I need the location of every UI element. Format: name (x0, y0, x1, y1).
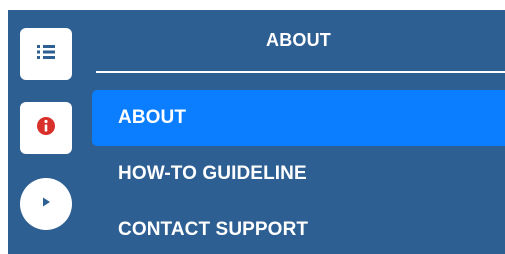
divider (96, 71, 505, 73)
app-window: ABOUT ABOUT HOW-TO GUIDELINE CONTACT SUP… (0, 0, 505, 254)
list-icon (35, 43, 57, 66)
panel-title: ABOUT (266, 29, 331, 50)
about-panel: ABOUT ABOUT HOW-TO GUIDELINE CONTACT SUP… (92, 10, 505, 254)
menu-item-label: ABOUT (118, 107, 187, 128)
info-icon (36, 116, 56, 141)
menu-item-label: HOW-TO GUIDELINE (118, 163, 307, 184)
expand-button[interactable] (20, 178, 72, 230)
info-button[interactable] (20, 102, 72, 154)
menu-item-about[interactable]: ABOUT (92, 90, 505, 146)
menu-list-button[interactable] (20, 28, 72, 80)
icon-rail (8, 10, 83, 254)
menu-item-how-to-guideline[interactable]: HOW-TO GUIDELINE (92, 146, 505, 202)
menu-item-contact-support[interactable]: CONTACT SUPPORT (92, 202, 505, 254)
play-icon (40, 195, 52, 213)
menu-item-label: CONTACT SUPPORT (118, 219, 309, 240)
